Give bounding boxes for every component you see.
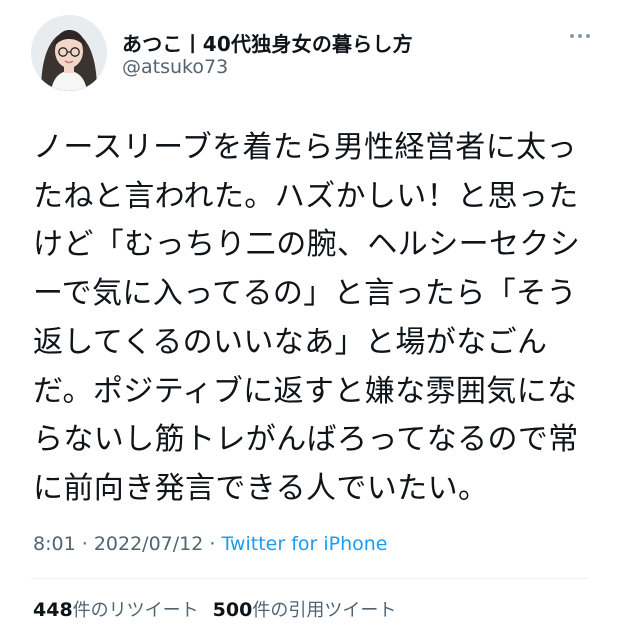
meta-separator: · — [81, 533, 88, 555]
retweets-label: 件のリツイート — [72, 600, 199, 621]
tweet-meta: 8:01 · 2022/07/12 · Twitter for iPhone — [33, 533, 388, 555]
quotes-stat[interactable]: 500件の引用ツイート — [212, 599, 397, 621]
tweet-text-line: けど「むっちり二の腕、ヘルシーセクシ — [33, 227, 581, 263]
tweet-text-line: だ。ポジティブに返すと嫌な雰囲気にな — [33, 373, 578, 409]
divider — [31, 578, 589, 579]
more-horizontal-icon[interactable] — [566, 22, 594, 50]
retweets-stat[interactable]: 448件のリツイート — [33, 599, 199, 621]
tweet-source-link[interactable]: Twitter for iPhone — [221, 533, 387, 555]
avatar[interactable] — [31, 15, 107, 91]
display-name[interactable]: あつこ丨40代独身女の暮らし方 — [122, 28, 413, 57]
retweets-count: 448 — [33, 599, 73, 621]
tweet-text-line: 返してくるのいいなあ」と場がなごん — [33, 324, 548, 360]
tweet-time[interactable]: 8:01 — [33, 533, 76, 555]
more-dot — [578, 34, 582, 38]
user-handle[interactable]: @atsuko73 — [122, 56, 228, 78]
tweet-stats: 448件のリツイート 500件の引用ツイート — [33, 596, 396, 622]
tweet-text-line: ーで気に入ってるの」と言ったら「そう — [33, 276, 577, 312]
tweet-text: ノースリーブを着たら男性経営者に太っ たねと言われた。ハズかしい！と思った けど… — [33, 124, 593, 514]
tweet-text-line: ノースリーブを着たら男性経営者に太っ — [33, 130, 577, 165]
quotes-label: 件の引用ツイート — [252, 600, 397, 621]
more-dot — [570, 34, 574, 38]
meta-separator: · — [209, 533, 216, 555]
tweet-text-line: らないし筋トレがんばろってなるので常 — [33, 422, 579, 458]
tweet-text-line: たねと言われた。ハズかしい！と思った — [33, 178, 579, 214]
tweet-date[interactable]: 2022/07/12 — [94, 533, 204, 555]
more-dot — [586, 34, 590, 38]
tweet-text-line: に前向き発言できる人でいたい。 — [33, 470, 489, 506]
profile-photo-icon — [31, 15, 107, 91]
quotes-count: 500 — [212, 599, 253, 621]
